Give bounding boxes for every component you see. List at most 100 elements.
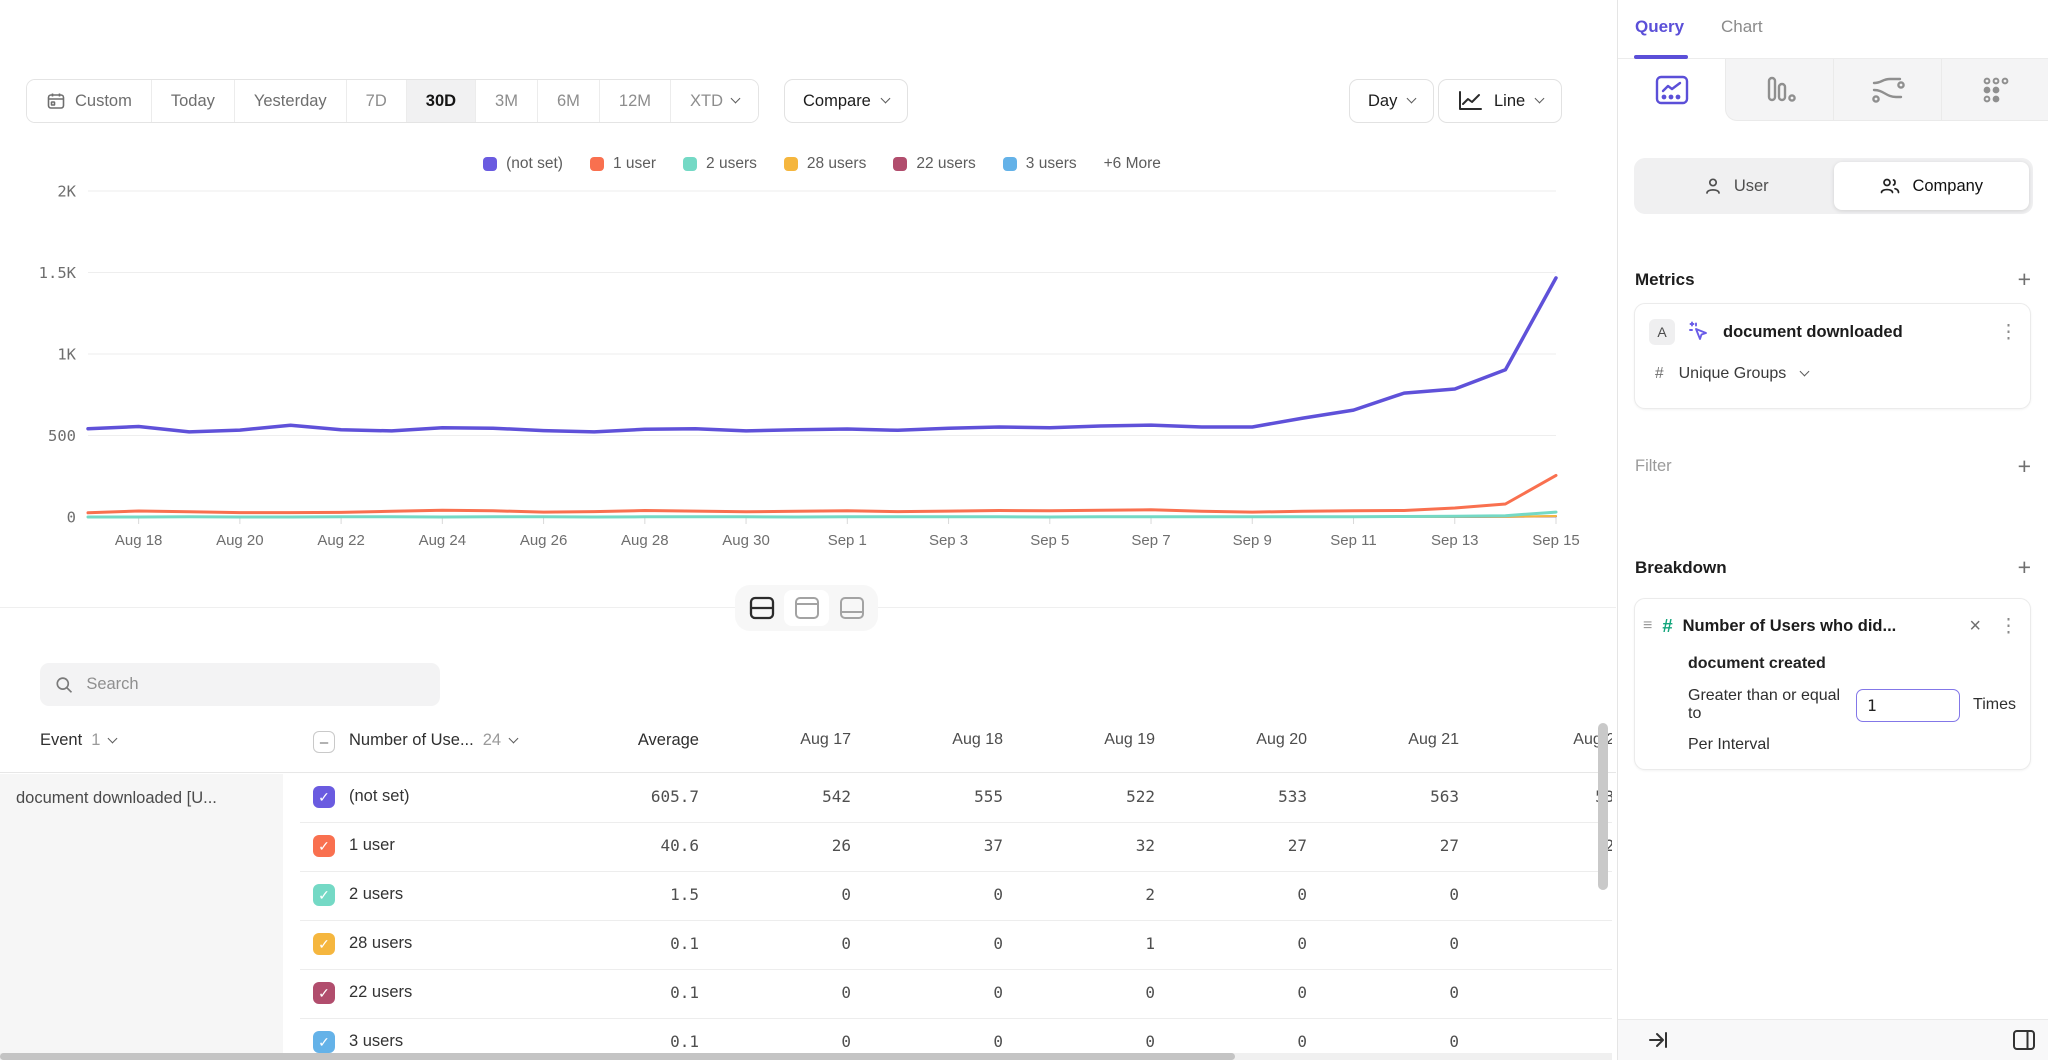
value-cell: 1: [1007, 934, 1159, 953]
value-cell: 0: [1311, 1032, 1463, 1051]
table-row[interactable]: ✓ 22 users 0.1 000000: [300, 970, 1612, 1019]
layout-split-horizontal-button[interactable]: [739, 590, 784, 626]
tab-query[interactable]: Query: [1635, 17, 1684, 37]
range-30d-button[interactable]: 30D: [407, 80, 476, 122]
range-6m-button[interactable]: 6M: [538, 80, 600, 122]
chart-type-line-tab[interactable]: [1618, 59, 1725, 121]
search-input[interactable]: [86, 675, 425, 694]
metrics-section-header: Metrics +: [1635, 268, 2031, 291]
interval-dropdown[interactable]: Day: [1349, 79, 1434, 123]
row-checkbox[interactable]: ✓: [313, 786, 335, 808]
filter-title: Filter: [1635, 457, 1672, 476]
range-today-button[interactable]: Today: [152, 80, 235, 122]
add-filter-button[interactable]: +: [2018, 455, 2031, 478]
range-7d-button[interactable]: 7D: [347, 80, 407, 122]
date-column-header: Aug 18: [855, 731, 1007, 749]
split-horizontal-icon: [749, 596, 775, 620]
side-panel-icon: [2011, 1027, 2037, 1053]
chevron-down-icon: [1800, 367, 1810, 377]
table-row[interactable]: ✓ 28 users 0.1 001000: [300, 921, 1612, 970]
close-icon[interactable]: ×: [1969, 616, 1981, 636]
value-cell: 0: [1311, 983, 1463, 1002]
series-line: [88, 475, 1556, 512]
chart-type-grid-tab[interactable]: [1941, 59, 2048, 121]
chevron-down-icon: [1407, 94, 1417, 104]
drag-handle-icon[interactable]: ≡: [1643, 617, 1652, 635]
range-custom-button[interactable]: Custom: [27, 80, 152, 122]
split-view-button[interactable]: [2011, 1027, 2037, 1056]
metric-menu-icon[interactable]: ⋮: [1999, 323, 2018, 342]
table-header: Event 1 – Number of Use... 24 Average Au…: [0, 712, 1616, 773]
value-cell: 0: [703, 983, 855, 1002]
metric-card[interactable]: A document downloaded ⋮ # Unique Groups: [1634, 303, 2031, 409]
row-values: 542555522533563535: [703, 787, 1612, 806]
chevron-down-icon: [880, 94, 890, 104]
x-axis-tick-label: Aug 28: [621, 532, 669, 549]
x-axis-tick-label: Sep 13: [1431, 532, 1479, 549]
range-yesterday-button[interactable]: Yesterday: [235, 80, 347, 122]
event-column-header[interactable]: Event 1: [40, 731, 116, 750]
table-row[interactable]: ✓ 1 user 40.6 263732272728: [300, 823, 1612, 872]
row-values: 000000: [703, 1032, 1612, 1051]
tab-chart[interactable]: Chart: [1721, 17, 1763, 37]
chart-type-flow-tab[interactable]: [1833, 59, 1941, 121]
chart-area[interactable]: 2K1.5K1K5000Aug 18Aug 20Aug 22Aug 24Aug …: [0, 168, 1620, 560]
layout-bottom-panel-button[interactable]: [829, 590, 874, 626]
flow-chart-icon: [1870, 75, 1906, 105]
table-row[interactable]: ✓ (not set) 605.7 542555522533563535: [300, 774, 1612, 823]
compare-button[interactable]: Compare: [784, 79, 908, 123]
value-cell: 0: [855, 885, 1007, 904]
metric-measure-selector[interactable]: # Unique Groups: [1655, 365, 1808, 383]
scope-user-option[interactable]: User: [1638, 162, 1834, 210]
company-icon: [1879, 176, 1901, 196]
collapse-panel-button[interactable]: [1646, 1028, 1670, 1055]
row-values: 263732272728: [703, 836, 1612, 855]
row-average: 0.1: [490, 1032, 699, 1051]
x-axis-tick-label: Sep 5: [1030, 532, 1069, 549]
y-axis-tick-label: 1K: [57, 346, 76, 364]
select-all-checkbox[interactable]: –: [313, 731, 335, 753]
scope-company-option[interactable]: Company: [1834, 162, 2030, 210]
row-checkbox[interactable]: ✓: [313, 982, 335, 1004]
row-checkbox[interactable]: ✓: [313, 835, 335, 857]
row-checkbox[interactable]: ✓: [313, 933, 335, 955]
table-horizontal-scrollbar[interactable]: [0, 1053, 1235, 1060]
series-line: [88, 278, 1556, 432]
row-checkbox[interactable]: ✓: [313, 1031, 335, 1053]
layout-top-panel-button[interactable]: [784, 590, 829, 626]
row-checkbox[interactable]: ✓: [313, 884, 335, 906]
range-12m-button[interactable]: 12M: [600, 80, 671, 122]
value-cell: 0: [1007, 983, 1159, 1002]
filter-section-header: Filter +: [1635, 455, 2031, 478]
value-cell: 28: [1463, 836, 1612, 855]
average-column-header: Average: [490, 731, 699, 750]
breakdown-card[interactable]: ≡ # Number of Users who did... × ⋮ docum…: [1634, 598, 2031, 770]
timeseries-chart[interactable]: 2K1.5K1K5000Aug 18Aug 20Aug 22Aug 24Aug …: [0, 168, 1620, 560]
range-3m-button[interactable]: 3M: [476, 80, 538, 122]
table-row[interactable]: ✓ 2 users 1.5 002001: [300, 872, 1612, 921]
x-axis-tick-label: Sep 11: [1330, 532, 1376, 549]
row-average: 40.6: [490, 836, 699, 855]
value-cell: 0: [703, 934, 855, 953]
breakdown-menu-icon[interactable]: ⋮: [1999, 617, 2018, 636]
chart-type-dropdown[interactable]: Line: [1438, 79, 1562, 123]
x-axis-tick-label: Aug 20: [216, 532, 264, 549]
chart-type-tabs: [1618, 59, 2048, 121]
value-cell: 0: [1159, 885, 1311, 904]
add-metric-button[interactable]: +: [2018, 268, 2031, 291]
date-column-header: Aug 20: [1159, 731, 1311, 749]
date-column-header: Aug 22: [1463, 731, 1612, 749]
value-cell: 535: [1463, 787, 1612, 806]
user-icon: [1703, 176, 1723, 196]
x-axis-tick-label: Sep 15: [1532, 532, 1580, 549]
line-chart-icon: [1457, 90, 1483, 112]
top-panel-icon: [794, 596, 820, 620]
dot-grid-icon: [1979, 73, 2013, 107]
table-vertical-scrollbar[interactable]: [1598, 723, 1608, 890]
condition-value-input[interactable]: [1856, 689, 1960, 722]
chart-type-bar-tab[interactable]: [1725, 59, 1833, 121]
scope-toggle: User Company: [1634, 158, 2033, 214]
range-xtd-button[interactable]: XTD: [671, 80, 758, 122]
date-column-header: Aug 19: [1007, 731, 1159, 749]
add-breakdown-button[interactable]: +: [2018, 556, 2031, 579]
